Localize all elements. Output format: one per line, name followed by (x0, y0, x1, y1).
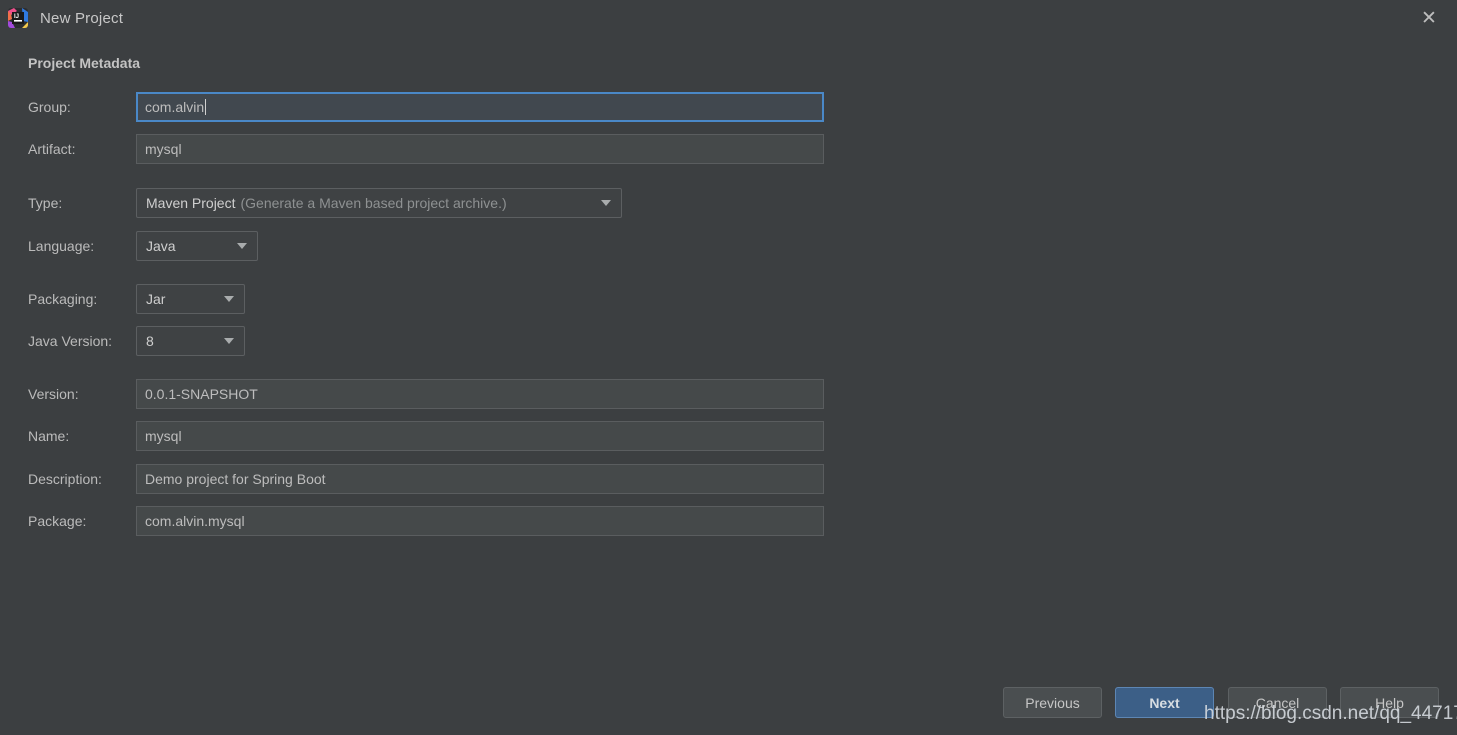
version-input-value: 0.0.1-SNAPSHOT (145, 386, 258, 402)
java-version-label: Java Version: (28, 333, 113, 349)
packaging-dropdown-value: Jar (146, 291, 166, 307)
group-label: Group: (28, 99, 71, 115)
form-row-java-version: Java Version: 8 (0, 326, 900, 356)
form-row-group: Group: com.alvin (0, 92, 900, 122)
package-input-value: com.alvin.mysql (145, 513, 245, 529)
close-icon[interactable]: ✕ (1415, 4, 1443, 32)
description-input[interactable]: Demo project for Spring Boot (136, 464, 824, 494)
java-version-dropdown-value: 8 (146, 333, 154, 349)
form-row-name: Name: mysql (0, 421, 900, 451)
form-row-type: Type: Maven Project (Generate a Maven ba… (0, 188, 900, 218)
packaging-label: Packaging: (28, 291, 98, 307)
language-label: Language: (28, 238, 95, 254)
help-button[interactable]: Help (1340, 687, 1439, 718)
window-title: New Project (40, 9, 124, 27)
java-version-dropdown[interactable]: 8 (136, 326, 245, 356)
text-caret (205, 99, 207, 115)
chevron-down-icon (601, 200, 611, 206)
type-dropdown-hint: (Generate a Maven based project archive.… (240, 195, 507, 211)
form-row-package: Package: com.alvin.mysql (0, 506, 900, 536)
artifact-input[interactable]: mysql (136, 134, 824, 164)
dialog-button-bar: Previous Next Cancel Help (0, 677, 1457, 735)
chevron-down-icon (224, 338, 234, 344)
artifact-input-value: mysql (145, 141, 182, 157)
artifact-label: Artifact: (28, 141, 76, 157)
name-label: Name: (28, 428, 70, 444)
type-label: Type: (28, 195, 63, 211)
form-row-artifact: Artifact: mysql (0, 134, 900, 164)
type-dropdown-value: Maven Project (146, 195, 236, 211)
package-label: Package: (28, 513, 87, 529)
group-input-value: com.alvin (145, 99, 205, 115)
language-dropdown-value: Java (146, 238, 176, 254)
type-dropdown[interactable]: Maven Project (Generate a Maven based pr… (136, 188, 622, 218)
name-input-value: mysql (145, 428, 182, 444)
form-row-packaging: Packaging: Jar (0, 284, 900, 314)
chevron-down-icon (237, 243, 247, 249)
package-input[interactable]: com.alvin.mysql (136, 506, 824, 536)
page-title: Project Metadata (28, 55, 141, 71)
svg-text:IJ: IJ (14, 14, 19, 20)
group-input[interactable]: com.alvin (136, 92, 824, 122)
chevron-down-icon (224, 296, 234, 302)
intellij-idea-icon: IJ (8, 8, 28, 28)
name-input[interactable]: mysql (136, 421, 824, 451)
title-bar: IJ New Project ✕ (0, 0, 1457, 36)
cancel-button[interactable]: Cancel (1228, 687, 1327, 718)
description-label: Description: (28, 471, 102, 487)
form-row-description: Description: Demo project for Spring Boo… (0, 464, 900, 494)
form-row-version: Version: 0.0.1-SNAPSHOT (0, 379, 900, 409)
packaging-dropdown[interactable]: Jar (136, 284, 245, 314)
version-input[interactable]: 0.0.1-SNAPSHOT (136, 379, 824, 409)
next-button[interactable]: Next (1115, 687, 1214, 718)
previous-button[interactable]: Previous (1003, 687, 1102, 718)
language-dropdown[interactable]: Java (136, 231, 258, 261)
description-input-value: Demo project for Spring Boot (145, 471, 326, 487)
form-row-language: Language: Java (0, 231, 900, 261)
version-label: Version: (28, 386, 79, 402)
